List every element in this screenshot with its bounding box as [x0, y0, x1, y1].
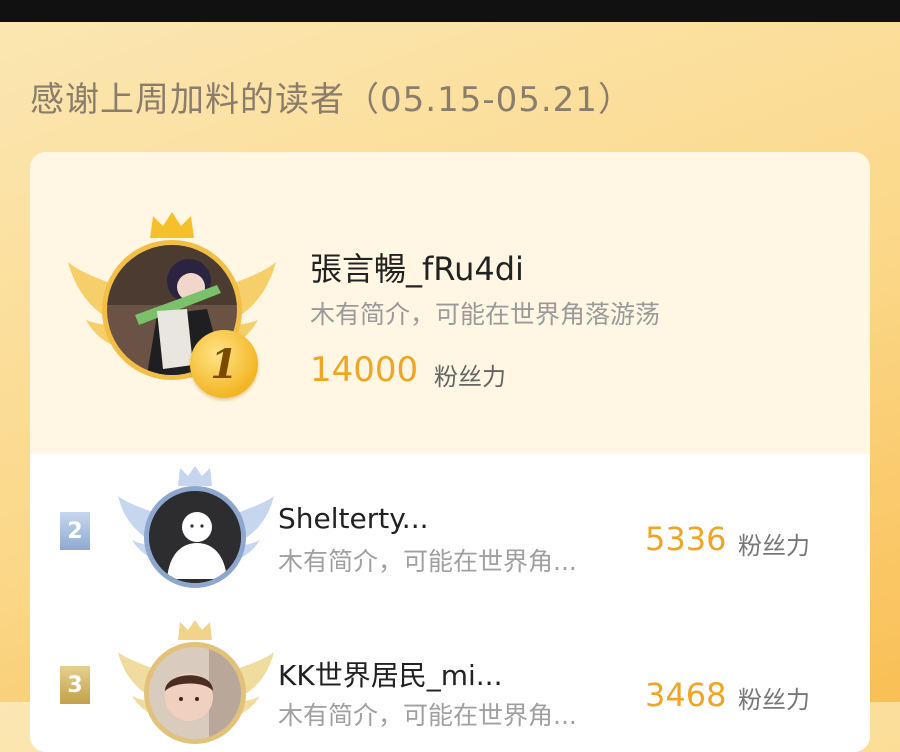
top-reader-panel[interactable]: 1 張言暢_fRu4di 木有简介，可能在世界角落游荡 14000 粉丝力: [30, 152, 870, 454]
bronze-crown-icon: [178, 620, 212, 640]
fan-power-unit: 粉丝力: [738, 532, 810, 560]
reader-bio: 木有简介，可能在世界角落游荡: [310, 300, 661, 329]
reader-bio: 木有简介，可能在世界角...: [278, 547, 577, 576]
fan-power-score: 3468: [645, 676, 727, 714]
rank-badge-gold: 1: [190, 330, 258, 398]
leaderboard-card: 1 張言暢_fRu4di 木有简介，可能在世界角落游荡 14000 粉丝力 2: [30, 152, 870, 752]
fan-power-unit: 粉丝力: [434, 363, 506, 391]
default-avatar-icon: [149, 491, 241, 583]
list-item[interactable]: 2 Shelterty... 木有简介，可能在世界角... 5336 粉丝力: [30, 454, 870, 604]
gold-crown-icon: [150, 212, 194, 238]
page-title: 感谢上周加料的读者（05.15-05.21）: [30, 80, 633, 120]
rank-badge-silver: 2: [60, 512, 90, 550]
reader-name[interactable]: Shelterty...: [278, 502, 429, 535]
status-bar: [0, 0, 900, 22]
rank-badge-bronze: 3: [60, 666, 90, 704]
reader-name[interactable]: 張言暢_fRu4di: [310, 244, 524, 290]
fan-power-score: 5336: [645, 520, 727, 558]
avatar[interactable]: [144, 642, 246, 744]
silver-crown-icon: [178, 466, 212, 486]
fan-power-score: 14000: [310, 350, 419, 390]
fan-power-unit: 粉丝力: [738, 686, 810, 714]
list-item[interactable]: 3 KK世界居民_mi... 木有简介，可能在世界角... 3468 粉丝力: [30, 604, 870, 752]
reader-name[interactable]: KK世界居民_mi...: [278, 654, 502, 694]
reader-bio: 木有简介，可能在世界角...: [278, 701, 577, 730]
avatar[interactable]: [144, 486, 246, 588]
reader-list: 2 Shelterty... 木有简介，可能在世界角... 5336 粉丝力 3…: [30, 454, 870, 752]
avatar-image: [149, 647, 241, 739]
